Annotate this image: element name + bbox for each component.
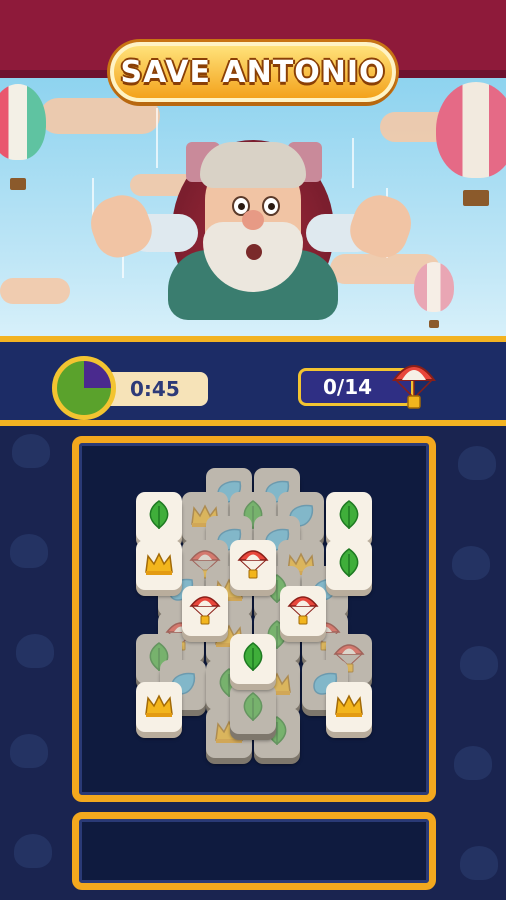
parachute-icon [286, 592, 320, 630]
parachute-icon [392, 365, 436, 409]
timer-text: 0:45 [130, 377, 180, 401]
rescue-counter-text: 0/14 [323, 375, 373, 399]
tile-parachute[interactable] [280, 586, 326, 636]
tile-crown[interactable] [136, 682, 182, 732]
tile-parachute[interactable] [230, 540, 276, 590]
level-title-banner: SAVE ANTONIO [110, 42, 396, 102]
hud-bar: 0:45 0/14 [0, 336, 506, 426]
tile-crown[interactable] [136, 540, 182, 590]
tile-leaf[interactable] [326, 540, 372, 590]
leaf-icon [332, 498, 366, 536]
crown-icon [332, 688, 366, 726]
tile-leaf [230, 684, 276, 734]
crown-icon [142, 688, 176, 726]
leaf-icon [236, 640, 270, 678]
tile-parachute[interactable] [182, 586, 228, 636]
tile-crown[interactable] [326, 682, 372, 732]
hot-air-balloon-left [0, 84, 46, 190]
clock-icon [52, 356, 116, 420]
tile-leaf[interactable] [230, 634, 276, 684]
leaf-icon [142, 498, 176, 536]
tile-leaf[interactable] [136, 492, 182, 542]
parachute-icon [236, 546, 270, 584]
level-title: SAVE ANTONIO [120, 54, 386, 90]
hot-air-balloon-right [436, 82, 506, 206]
parachute-icon [188, 592, 222, 630]
leaf-icon [332, 546, 366, 584]
tile-leaf[interactable] [326, 492, 372, 542]
leaf-icon [236, 690, 270, 728]
tile-collection-tray[interactable] [72, 812, 436, 890]
crown-icon [142, 546, 176, 584]
hot-air-balloon-small [414, 262, 454, 328]
